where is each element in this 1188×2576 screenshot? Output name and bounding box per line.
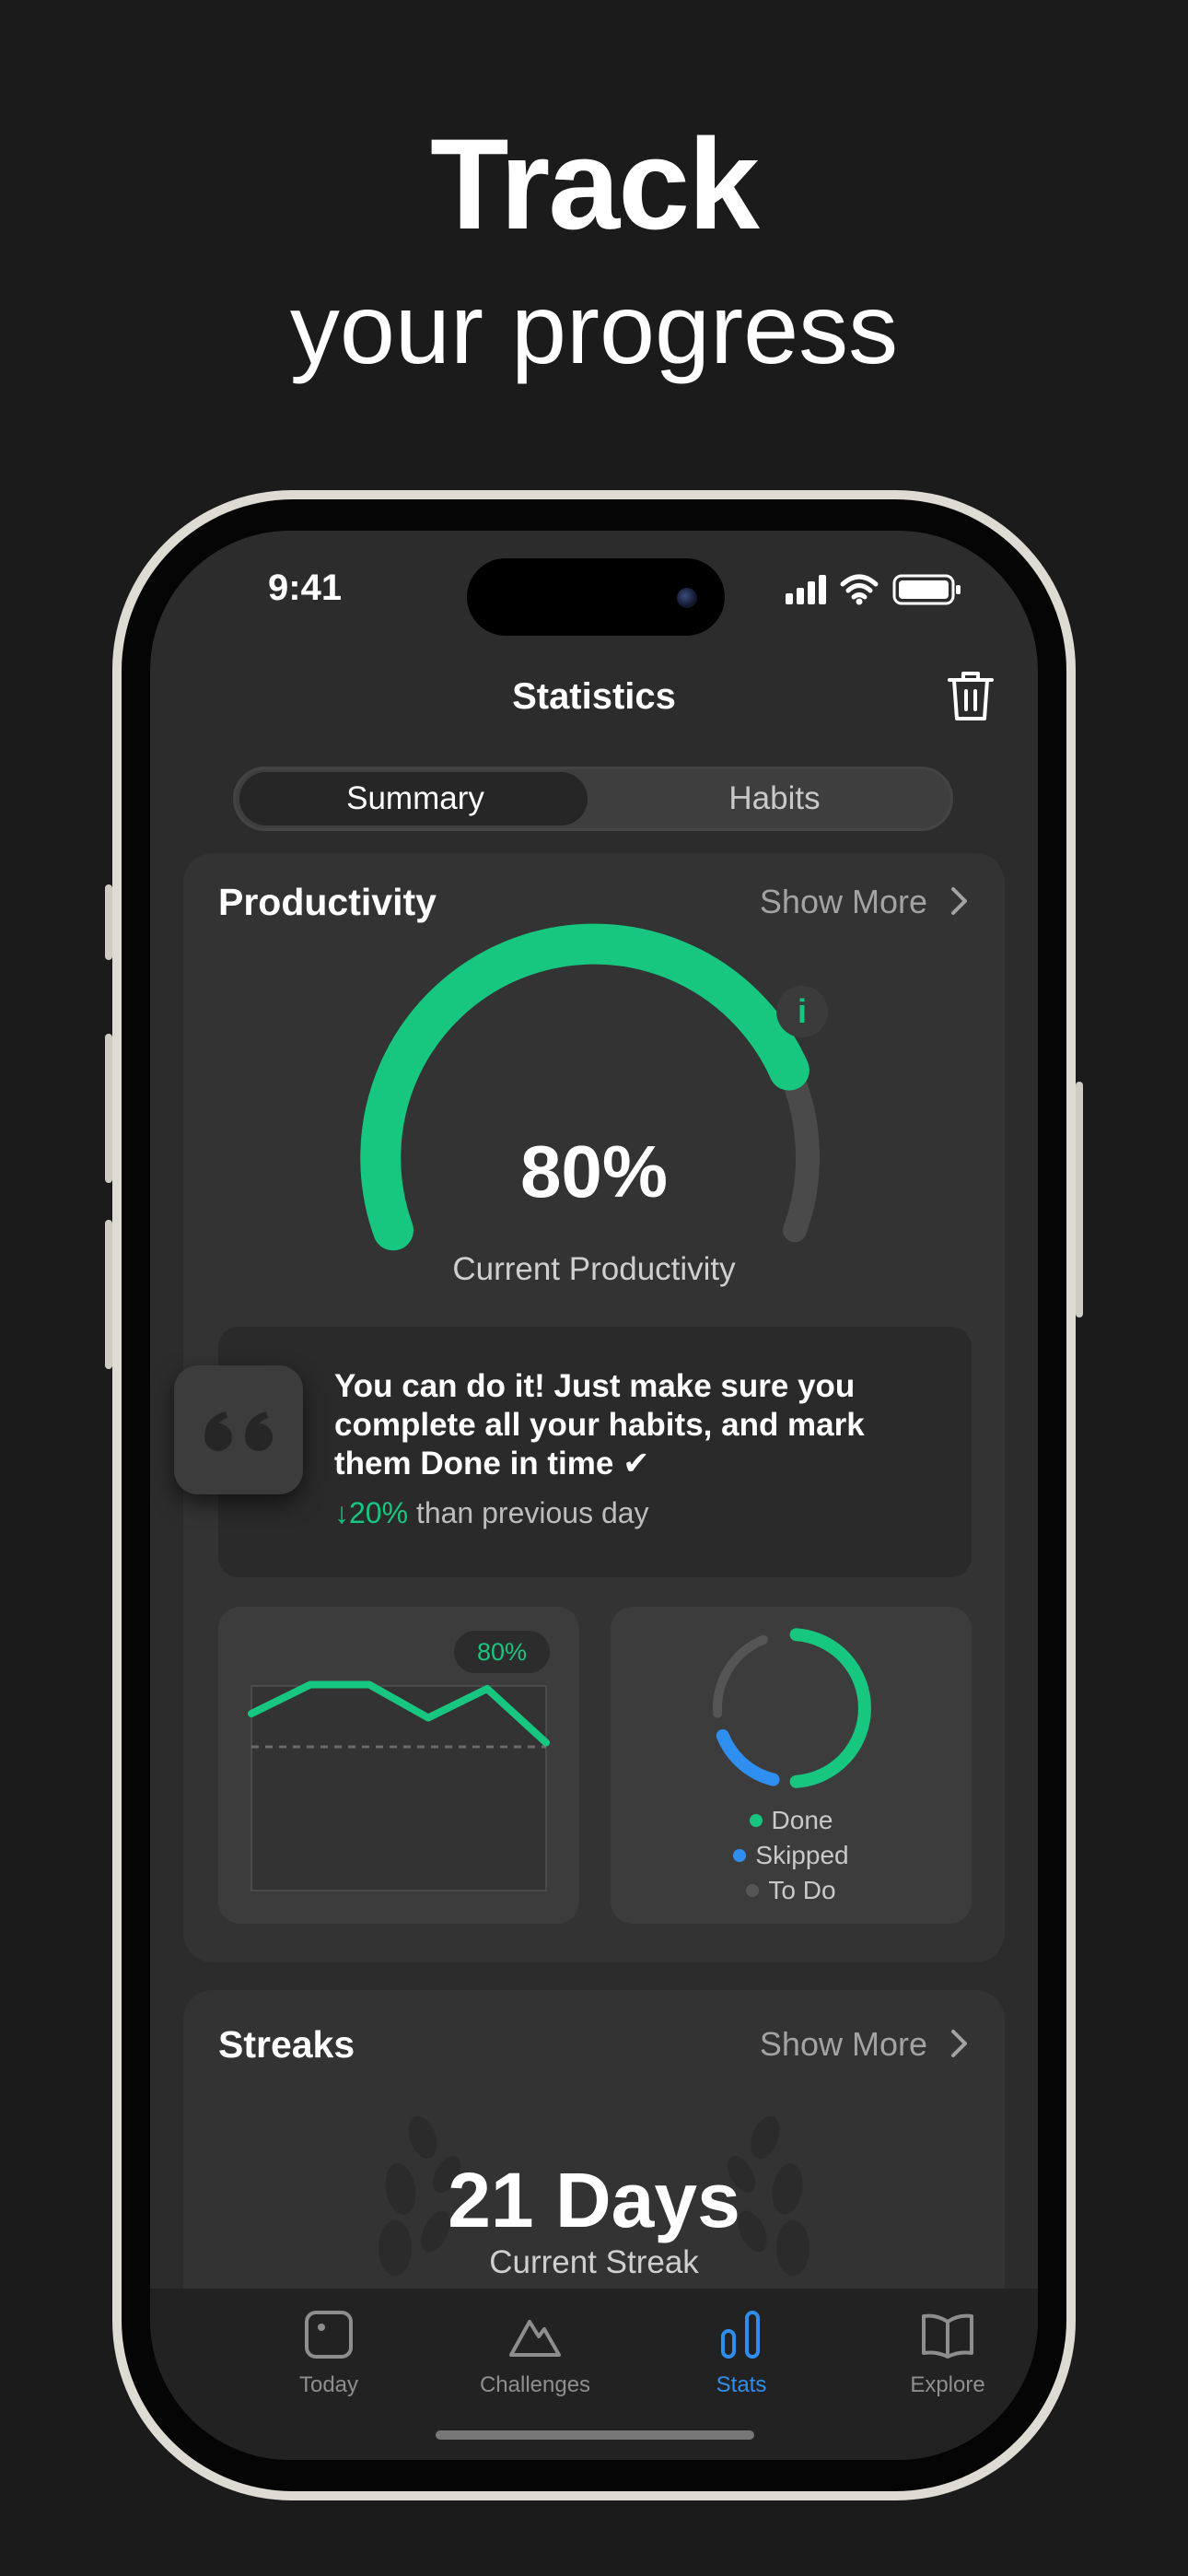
legend-dot-todo	[746, 1883, 760, 1897]
phone-power-button	[1076, 1082, 1083, 1317]
legend-done: Done	[611, 1806, 972, 1835]
status-time: 9:41	[268, 568, 343, 608]
trash-icon[interactable]	[946, 669, 996, 729]
camera-lens	[677, 588, 697, 608]
quote-text: You can do it! Just make sure you comple…	[334, 1368, 865, 1481]
change-text: than previous day	[408, 1496, 649, 1529]
tab-challenges[interactable]: Challenges	[432, 2307, 638, 2398]
status-icons	[786, 571, 966, 613]
legend-skipped: Skipped	[611, 1841, 972, 1870]
motivation-quote: You can do it! Just make sure you comple…	[174, 1327, 972, 1577]
tab-explore[interactable]: Explore	[844, 2307, 1038, 2398]
tab-bar: Today Challenges Stats Explore	[150, 2289, 1038, 2460]
bar-chart-icon	[721, 2311, 760, 2359]
mini-line-chart	[248, 1680, 550, 1891]
info-button[interactable]: i	[776, 986, 828, 1037]
quote-icon	[174, 1365, 303, 1494]
segment-summary[interactable]: Summary	[236, 769, 595, 828]
ring-segment-skipped	[716, 1729, 780, 1786]
streaks-title: Streaks	[218, 2023, 355, 2066]
battery-icon	[892, 574, 961, 605]
hero-subtitle: your progress	[289, 273, 899, 384]
phone-volume-down-button	[105, 1220, 112, 1369]
tab-today[interactable]: Today	[226, 2307, 432, 2398]
ring-segment-todo	[713, 1634, 768, 1718]
chart-plot-area	[250, 1685, 547, 1891]
wifi-icon	[840, 574, 879, 600]
phone-volume-up-button	[105, 1034, 112, 1183]
segment-habits[interactable]: Habits	[595, 769, 954, 828]
phone-screen: 9:41 Statistics Summary Habits Productiv…	[150, 531, 1038, 2460]
gauge-value: 80%	[519, 1130, 669, 1212]
book-icon	[922, 2313, 973, 2359]
legend-dot-skipped	[733, 1848, 747, 1862]
home-indicator	[436, 2430, 754, 2440]
streaks-show-more[interactable]: Show More	[760, 2025, 970, 2064]
show-more-label: Show More	[759, 2025, 927, 2063]
chevron-right-icon	[951, 2030, 967, 2058]
streak-caption: Current Streak	[489, 2244, 699, 2280]
cellular-signal-icon	[786, 575, 826, 604]
productivity-change: ↓20% than previous day	[334, 1496, 649, 1530]
mountain-icon	[509, 2320, 561, 2357]
legend-todo: To Do	[611, 1876, 972, 1905]
page-title: Statistics	[512, 676, 676, 717]
ring-chart	[713, 1628, 871, 1788]
tab-stats[interactable]: Stats	[638, 2307, 844, 2398]
legend-dot-done	[749, 1813, 763, 1827]
hero-title: Track	[430, 111, 760, 256]
ring-segment-done	[789, 1628, 871, 1788]
ring-chart-card[interactable]: Done Skipped To Do	[611, 1607, 972, 1924]
phone-action-button	[105, 884, 112, 960]
streak-value: 21 Days	[448, 2157, 740, 2243]
productivity-card: Productivity Show More i 80% Current Pro…	[174, 853, 1005, 1962]
gauge-caption: Current Productivity	[452, 1251, 736, 1287]
segment-control: Summary Habits	[233, 767, 953, 831]
mini-line-chart-card[interactable]: 80%	[218, 1607, 579, 1924]
today-icon	[305, 2311, 353, 2359]
change-percent: ↓20%	[334, 1496, 409, 1529]
